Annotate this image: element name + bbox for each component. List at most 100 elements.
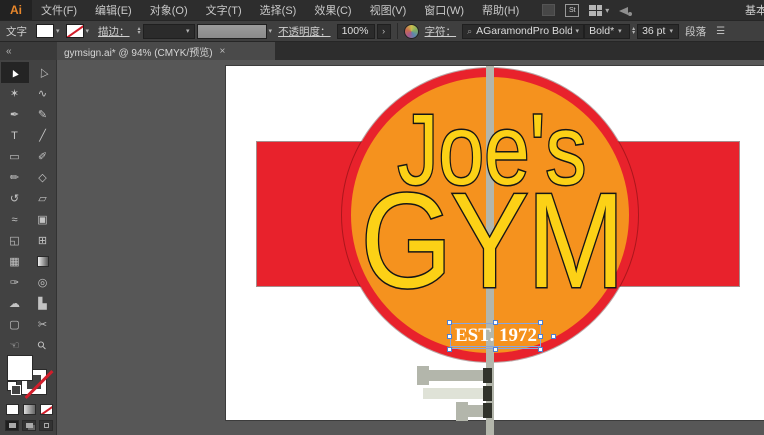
width-tool[interactable]: ≈	[1, 209, 29, 230]
font-family-select[interactable]: ⌕ AGaramondPro Bold* ▾	[462, 24, 584, 39]
established-text[interactable]: EST. 1972	[450, 323, 542, 349]
selection-handle[interactable]	[447, 320, 452, 325]
graph-tool[interactable]: ▙	[29, 293, 57, 314]
selection-tool[interactable]: ►	[1, 62, 29, 83]
gradient-button[interactable]	[23, 404, 36, 415]
bridge-icon[interactable]	[542, 4, 555, 16]
symbol-sprayer-tool[interactable]: ☁	[1, 293, 29, 314]
menu-effect[interactable]: 效果(C)	[305, 0, 360, 20]
rack-bar-mount[interactable]	[483, 368, 492, 383]
selection-handle[interactable]	[538, 320, 543, 325]
default-fill-stroke-icon[interactable]	[8, 382, 16, 390]
workspace-label[interactable]: 基本功	[736, 0, 764, 20]
stock-icon[interactable]: St	[565, 4, 579, 17]
shaper-tool[interactable]: ◇	[29, 167, 57, 188]
search-icon: ⌕	[467, 26, 472, 37]
blend-tool[interactable]: ◎	[29, 272, 57, 293]
selection-handle[interactable]	[493, 320, 498, 325]
panel-collapse-icon[interactable]: «	[0, 42, 57, 60]
selection-handle[interactable]	[538, 347, 543, 352]
menu-object[interactable]: 对象(O)	[141, 0, 197, 20]
rack-bar-mount[interactable]	[483, 403, 492, 418]
shape-builder-tool[interactable]: ◱	[1, 230, 29, 251]
chevron-down-icon: ▾	[576, 27, 580, 35]
rack-bar-middle[interactable]	[423, 388, 487, 399]
menu-file[interactable]: 文件(F)	[32, 0, 86, 20]
color-button[interactable]	[6, 404, 19, 415]
selection-handle[interactable]	[493, 347, 498, 352]
stroke-weight-stepper[interactable]: ▴▾	[138, 27, 141, 35]
eyedropper-tool[interactable]: ✑	[1, 272, 29, 293]
slice-tool[interactable]: ✂	[29, 314, 57, 335]
lasso-tool[interactable]: ∿	[29, 83, 57, 104]
rack-bar-mount[interactable]	[483, 386, 492, 401]
none-button[interactable]	[40, 404, 53, 415]
opacity-label[interactable]: 不透明度：	[278, 24, 331, 39]
stroke-none-swatch[interactable]	[66, 24, 84, 38]
menu-help[interactable]: 帮助(H)	[473, 0, 528, 20]
chevron-down-icon[interactable]: ▾	[86, 27, 90, 35]
stroke-weight-select[interactable]: ▾	[143, 24, 195, 39]
selection-handle[interactable]	[447, 334, 452, 339]
rotate-tool[interactable]: ↺	[1, 188, 29, 209]
share-icon[interactable]	[619, 5, 632, 16]
selection-handle[interactable]	[551, 334, 556, 339]
zoom-tool[interactable]: ⚲	[29, 335, 57, 356]
pen-tool[interactable]: ✒	[1, 104, 29, 125]
menu-select[interactable]: 选择(S)	[251, 0, 306, 20]
font-style-select[interactable]: Bold* ▾	[584, 24, 630, 39]
selection-handle[interactable]	[538, 334, 543, 339]
rectangle-tool[interactable]: ▭	[1, 146, 29, 167]
rack-bar-top[interactable]	[423, 370, 487, 381]
close-icon[interactable]: ×	[220, 46, 226, 57]
canvas[interactable]: Joe's GYM EST. 1972	[57, 60, 764, 435]
draw-normal-button[interactable]	[5, 420, 19, 431]
sign-title-line2[interactable]: GYM	[322, 173, 661, 308]
menu-window[interactable]: 窗口(W)	[415, 0, 473, 20]
fill-color-control[interactable]: ▾	[36, 24, 60, 38]
document-tab[interactable]: gymsign.ai* @ 94% (CMYK/预览) ×	[57, 42, 275, 60]
opacity-value[interactable]: 100%	[337, 24, 375, 39]
perspective-grid-tool[interactable]: ⊞	[29, 230, 57, 251]
magic-wand-tool[interactable]: ✶	[1, 83, 29, 104]
established-text-object[interactable]: EST. 1972	[450, 322, 542, 350]
color-mode-buttons	[6, 404, 53, 415]
menu-type[interactable]: 文字(T)	[197, 0, 251, 20]
font-size-select[interactable]: 36 pt ▾	[637, 24, 679, 39]
paragraph-label[interactable]: 段落	[685, 24, 706, 39]
stroke-color-control[interactable]: ▾	[66, 24, 90, 38]
scale-tool[interactable]: ▱	[29, 188, 57, 209]
hand-tool[interactable]: ☜	[1, 335, 29, 356]
line-segment-tool[interactable]: ╱	[29, 125, 57, 146]
pencil-tool[interactable]: ✏	[1, 167, 29, 188]
type-tool[interactable]: T	[1, 125, 29, 146]
paragraph-align-icon[interactable]: ☰	[716, 26, 725, 37]
menu-view[interactable]: 视图(V)	[361, 0, 416, 20]
stroke-weight-label[interactable]: 描边：	[98, 24, 130, 39]
workspace-switcher[interactable]: ▾	[589, 5, 609, 16]
fill-swatch[interactable]	[36, 24, 54, 38]
chevron-down-icon[interactable]: ▾	[269, 27, 273, 35]
artboard-tool[interactable]: ▢	[1, 314, 29, 335]
selection-handle[interactable]	[447, 347, 452, 352]
free-transform-tool[interactable]: ▣	[29, 209, 57, 230]
font-size-stepper[interactable]: ▴▾	[632, 27, 635, 35]
recolor-artwork-icon[interactable]	[404, 24, 419, 39]
gradient-tool[interactable]	[29, 251, 57, 272]
document-tab-bar: « gymsign.ai* @ 94% (CMYK/预览) ×	[0, 42, 764, 60]
chevron-down-icon: ▾	[186, 27, 190, 35]
fill-indicator[interactable]	[8, 356, 32, 380]
stroke-profile-select[interactable]	[197, 24, 267, 39]
paintbrush-tool[interactable]: ✐	[29, 146, 57, 167]
chevron-down-icon[interactable]: ▾	[56, 27, 60, 35]
chevron-down-icon: ▾	[605, 6, 609, 15]
menu-edit[interactable]: 编辑(E)	[86, 0, 141, 20]
drawing-mode-buttons	[5, 420, 53, 431]
mesh-tool[interactable]: ▦	[1, 251, 29, 272]
opacity-options-button[interactable]: ›	[377, 24, 391, 39]
character-label[interactable]: 字符：	[425, 24, 457, 39]
curvature-tool[interactable]: ✎	[29, 104, 57, 125]
direct-selection-tool[interactable]: ▷	[29, 62, 57, 83]
draw-inside-button[interactable]	[39, 420, 53, 431]
draw-behind-button[interactable]	[22, 420, 36, 431]
